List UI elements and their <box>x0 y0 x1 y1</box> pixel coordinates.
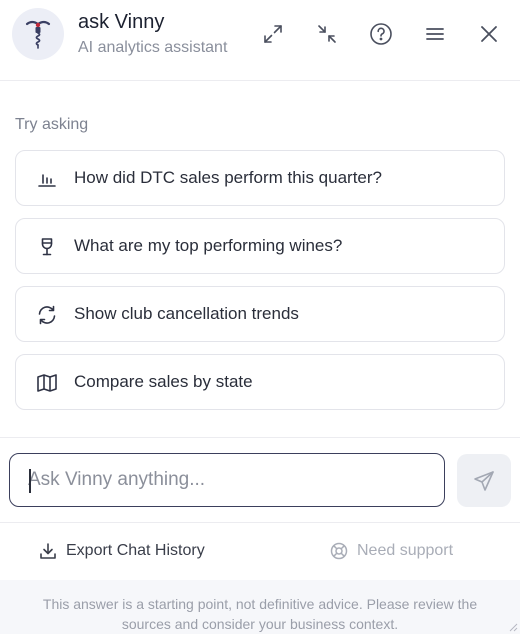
composer-divider <box>0 437 520 438</box>
chat-input[interactable] <box>10 454 444 506</box>
expand-button[interactable] <box>259 20 287 48</box>
help-icon <box>370 23 392 45</box>
disclaimer-panel: This answer is a starting point, not def… <box>0 580 520 634</box>
close-icon <box>481 26 497 42</box>
chat-input-wrapper <box>9 453 445 507</box>
lifebuoy-icon <box>329 541 349 561</box>
need-support-button[interactable]: Need support <box>329 540 453 562</box>
suggestion-label: What are my top performing wines? <box>74 236 343 255</box>
close-button[interactable] <box>475 20 503 48</box>
chat-header: ask Vinny AI analytics assistant <box>0 0 520 81</box>
suggestion-dtc-sales[interactable]: How did DTC sales perform this quarter? <box>15 150 505 206</box>
wine-glass-icon <box>36 236 58 258</box>
suggestion-label: Show club cancellation trends <box>74 304 299 323</box>
bar-chart-icon <box>36 168 58 190</box>
collapse-button[interactable] <box>313 20 341 48</box>
collapse-icon <box>318 25 336 43</box>
resize-handle-icon[interactable] <box>508 622 518 632</box>
menu-button[interactable] <box>421 20 449 48</box>
expand-icon <box>264 25 282 43</box>
export-label: Export Chat History <box>66 542 205 559</box>
menu-icon <box>426 28 444 40</box>
map-icon <box>36 372 58 394</box>
footer-divider <box>0 522 520 523</box>
send-icon <box>474 470 494 491</box>
corkscrew-icon <box>25 20 51 49</box>
assistant-title: ask Vinny <box>78 11 165 33</box>
suggestion-label: Compare sales by state <box>74 372 253 391</box>
suggestion-club-cancellation[interactable]: Show club cancellation trends <box>15 286 505 342</box>
suggestion-top-wines[interactable]: What are my top performing wines? <box>15 218 505 274</box>
assistant-avatar <box>12 8 64 60</box>
assistant-subtitle: AI analytics assistant <box>78 39 228 56</box>
help-button[interactable] <box>367 20 395 48</box>
export-chat-history-button[interactable]: Export Chat History <box>38 540 205 562</box>
disclaimer-text: This answer is a starting point, not def… <box>42 596 478 632</box>
refresh-icon <box>36 304 58 326</box>
text-caret <box>29 469 31 493</box>
support-label: Need support <box>357 542 454 559</box>
download-icon <box>38 541 58 561</box>
suggestion-label: How did DTC sales perform this quarter? <box>74 168 383 187</box>
suggestions-heading: Try asking <box>15 116 89 133</box>
send-button[interactable] <box>457 454 511 507</box>
suggestion-sales-by-state[interactable]: Compare sales by state <box>15 354 505 410</box>
